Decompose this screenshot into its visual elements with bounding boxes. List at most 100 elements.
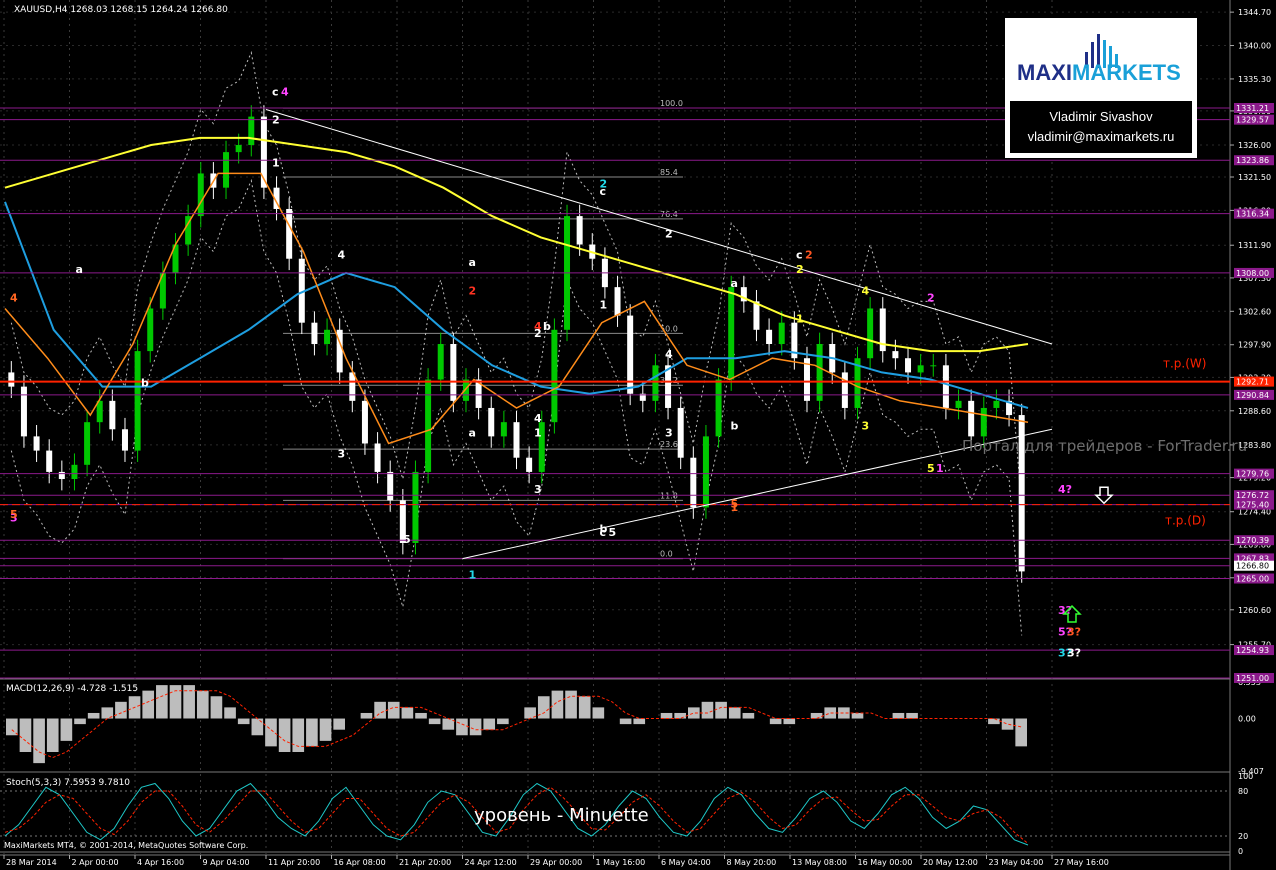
price-candle — [551, 329, 558, 423]
price-candle — [766, 329, 773, 344]
price-tag-label: 1251.00 — [1236, 674, 1269, 683]
fib-level-label: 85.4 — [660, 168, 678, 177]
price-candle — [147, 308, 154, 352]
price-tag-label: 1329.57 — [1236, 116, 1269, 125]
wave-label: 2 — [805, 249, 813, 262]
wave-label: 4 — [862, 284, 870, 297]
price-candle — [753, 301, 760, 330]
price-candle — [58, 471, 65, 480]
time-tick-label: 8 May 20:00 — [727, 858, 777, 867]
price-candle — [993, 400, 1000, 408]
stoch-tick-label: 100 — [1238, 772, 1253, 781]
price-candle — [248, 116, 255, 146]
price-candle — [614, 287, 621, 316]
price-tag-label: 1270.39 — [1236, 536, 1269, 545]
wave-label: 1 — [469, 569, 477, 582]
time-tick-label: 2 Apr 00:00 — [72, 858, 119, 867]
wave-label: 2 — [534, 327, 542, 340]
wave-label: b — [600, 522, 608, 535]
wave-label: c — [272, 85, 279, 98]
wave-label: 1 — [534, 426, 542, 439]
price-candle — [892, 351, 899, 359]
price-candle — [8, 372, 15, 387]
wave-label: 2 — [600, 178, 608, 191]
time-tick-label: 6 May 04:00 — [661, 858, 711, 867]
wave-label: 3 — [862, 419, 870, 432]
macd-header: MACD(12,26,9) -4.728 -1.515 — [6, 684, 139, 694]
wave-label: 2 — [927, 291, 935, 304]
wave-label: 4 — [338, 249, 346, 262]
price-tag-label: 1292.71 — [1236, 378, 1269, 387]
price-candle — [46, 450, 53, 472]
macd-tick-label: 0.00 — [1238, 715, 1256, 724]
wave-label: 1 — [796, 313, 804, 326]
price-candle — [778, 322, 785, 344]
price-tag-label: 1323.86 — [1236, 156, 1269, 165]
fib-level-label: 76.4 — [660, 210, 678, 219]
price-tick-label: 1302.60 — [1238, 307, 1271, 316]
price-candle — [311, 322, 318, 344]
price-tick-label: 1344.70 — [1238, 8, 1271, 17]
time-tick-label: 1 May 16:00 — [596, 858, 646, 867]
price-candle — [677, 407, 684, 458]
wave-label: 1 — [936, 462, 944, 475]
price-tick-label: 1335.30 — [1238, 75, 1271, 84]
wave-label: 4 — [10, 291, 18, 304]
price-candle — [223, 152, 230, 188]
wave-label: 4 — [281, 85, 289, 98]
wave-label: 3? — [1058, 604, 1072, 617]
fib-level-label: 11.8 — [660, 491, 678, 500]
price-candle — [425, 379, 432, 472]
price-candle — [955, 400, 962, 408]
time-tick-label: 11 Apr 20:00 — [268, 858, 320, 867]
time-tick-label: 9 Apr 04:00 — [203, 858, 250, 867]
wave-label: a — [76, 263, 83, 276]
wave-label: 5 — [10, 508, 18, 521]
price-candle — [917, 365, 924, 373]
price-candle — [260, 116, 267, 188]
price-candle — [33, 436, 40, 451]
price-tick-label: 1260.60 — [1238, 606, 1271, 615]
price-candle — [513, 422, 520, 458]
wave-label: 4? — [1058, 483, 1072, 496]
price-tag-label: 1276.72 — [1236, 491, 1269, 500]
price-candle — [20, 386, 27, 437]
wave-label: 2 — [796, 263, 804, 276]
time-tick-label: 28 Mar 2014 — [6, 858, 57, 867]
stoch-tick-label: 0 — [1238, 847, 1243, 856]
wave-label: 5 — [403, 533, 411, 546]
price-candle — [84, 422, 91, 465]
price-tick-label: 1340.00 — [1238, 42, 1271, 51]
time-tick-label: 21 Apr 20:00 — [399, 858, 451, 867]
price-candle — [450, 344, 457, 401]
author-card: Vladimir Sivashov vladimir@maximarkets.r… — [1010, 101, 1192, 153]
wave-label: 4 — [665, 348, 673, 361]
wave-level-text: уровень - Minuette — [474, 805, 649, 826]
symbol-header: XAUUSD,H4 1268.03 1268.15 1264.24 1266.8… — [14, 5, 228, 15]
time-tick-label: 4 Apr 16:00 — [137, 858, 184, 867]
wave-label: 3 — [665, 426, 673, 439]
wave-label: 1 — [600, 298, 608, 311]
price-tag-label: 1265.00 — [1236, 575, 1269, 584]
price-tag-label: 1254.93 — [1236, 646, 1269, 655]
price-candle — [361, 400, 368, 444]
price-candle — [576, 216, 583, 245]
stoch-tick-label: 20 — [1238, 832, 1248, 841]
price-tag-label: 1331.21 — [1236, 104, 1269, 113]
price-candle — [71, 464, 78, 480]
watermark-text: Портал для трейдеров - ForTrader.ru — [962, 437, 1248, 455]
price-tick-label: 1326.00 — [1238, 141, 1271, 150]
wave-label: b — [543, 320, 551, 333]
time-tick-label: 23 May 04:00 — [989, 858, 1044, 867]
stoch-header: Stoch(5,3,3) 7.5953 9.7810 — [6, 778, 131, 788]
price-candle — [905, 358, 912, 373]
wave-label: a — [731, 277, 738, 290]
price-candle — [930, 365, 937, 367]
wave-label: b — [731, 419, 739, 432]
price-tick-label: 1311.90 — [1238, 241, 1271, 250]
wave-label: 2 — [665, 227, 673, 240]
time-tick-label: 16 Apr 08:00 — [334, 858, 386, 867]
price-candle — [121, 429, 128, 451]
wave-label: 1 — [272, 156, 280, 169]
price-candle — [235, 145, 242, 153]
